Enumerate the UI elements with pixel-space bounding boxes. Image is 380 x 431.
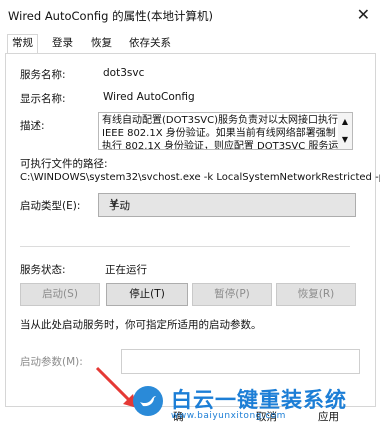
title-bar: Wired AutoConfig 的属性(本地计算机) ✕ xyxy=(0,0,380,30)
close-icon[interactable]: ✕ xyxy=(357,5,370,24)
description-text[interactable]: 有线自动配置(DOT3SVC)服务负责对以太网接口执行 IEEE 802.1X … xyxy=(98,112,346,150)
status-label: 服务状态: xyxy=(20,264,66,276)
watermark-url: www.baiyunxitong.com xyxy=(171,411,286,421)
tab-dependencies[interactable]: 依存关系 xyxy=(129,35,171,52)
startup-type-label: 启动类型(E): xyxy=(20,200,81,212)
scroll-up-icon[interactable]: ▲ xyxy=(338,113,352,131)
resume-button[interactable]: 恢复(R) xyxy=(276,283,356,306)
chevron-down-icon: ∨ xyxy=(109,195,120,211)
description-label: 描述: xyxy=(20,120,45,132)
status-value: 正在运行 xyxy=(105,264,147,276)
service-name-label: 服务名称: xyxy=(20,69,66,81)
window-title: Wired AutoConfig 的属性(本地计算机) xyxy=(8,9,214,23)
tab-strip: 常规 登录 恢复 依存关系 xyxy=(0,34,380,54)
tab-general[interactable]: 常规 xyxy=(7,34,38,54)
stop-button[interactable]: 停止(T) xyxy=(106,283,188,306)
divider xyxy=(20,246,350,247)
tab-logon[interactable]: 登录 xyxy=(52,35,73,52)
start-button[interactable]: 启动(S) xyxy=(20,283,100,306)
start-params-label: 启动参数(M): xyxy=(20,356,83,368)
start-params-hint: 当从此处启动服务时，你可指定所适用的启动参数。 xyxy=(20,319,262,331)
start-params-input[interactable] xyxy=(121,349,360,374)
exec-path-value: C:\WINDOWS\system32\svchost.exe -k Local… xyxy=(20,172,380,183)
scroll-down-icon[interactable]: ▼ xyxy=(338,131,352,149)
startup-type-select[interactable]: 手动 ∨ xyxy=(98,193,356,217)
bird-logo-icon xyxy=(133,386,163,416)
description-scrollbar[interactable]: ▲ ▼ xyxy=(338,112,353,150)
tab-recovery[interactable]: 恢复 xyxy=(91,35,112,52)
display-name-label: 显示名称: xyxy=(20,93,66,105)
watermark: 白云一键重装系统 www.baiyunxitong.com xyxy=(133,384,373,429)
watermark-brand: 白云一键重装系统 xyxy=(171,388,347,412)
service-name-value: dot3svc xyxy=(103,67,145,79)
pause-button[interactable]: 暂停(P) xyxy=(192,283,272,306)
exec-path-label: 可执行文件的路径: xyxy=(20,158,108,170)
display-name-value: Wired AutoConfig xyxy=(103,91,195,103)
